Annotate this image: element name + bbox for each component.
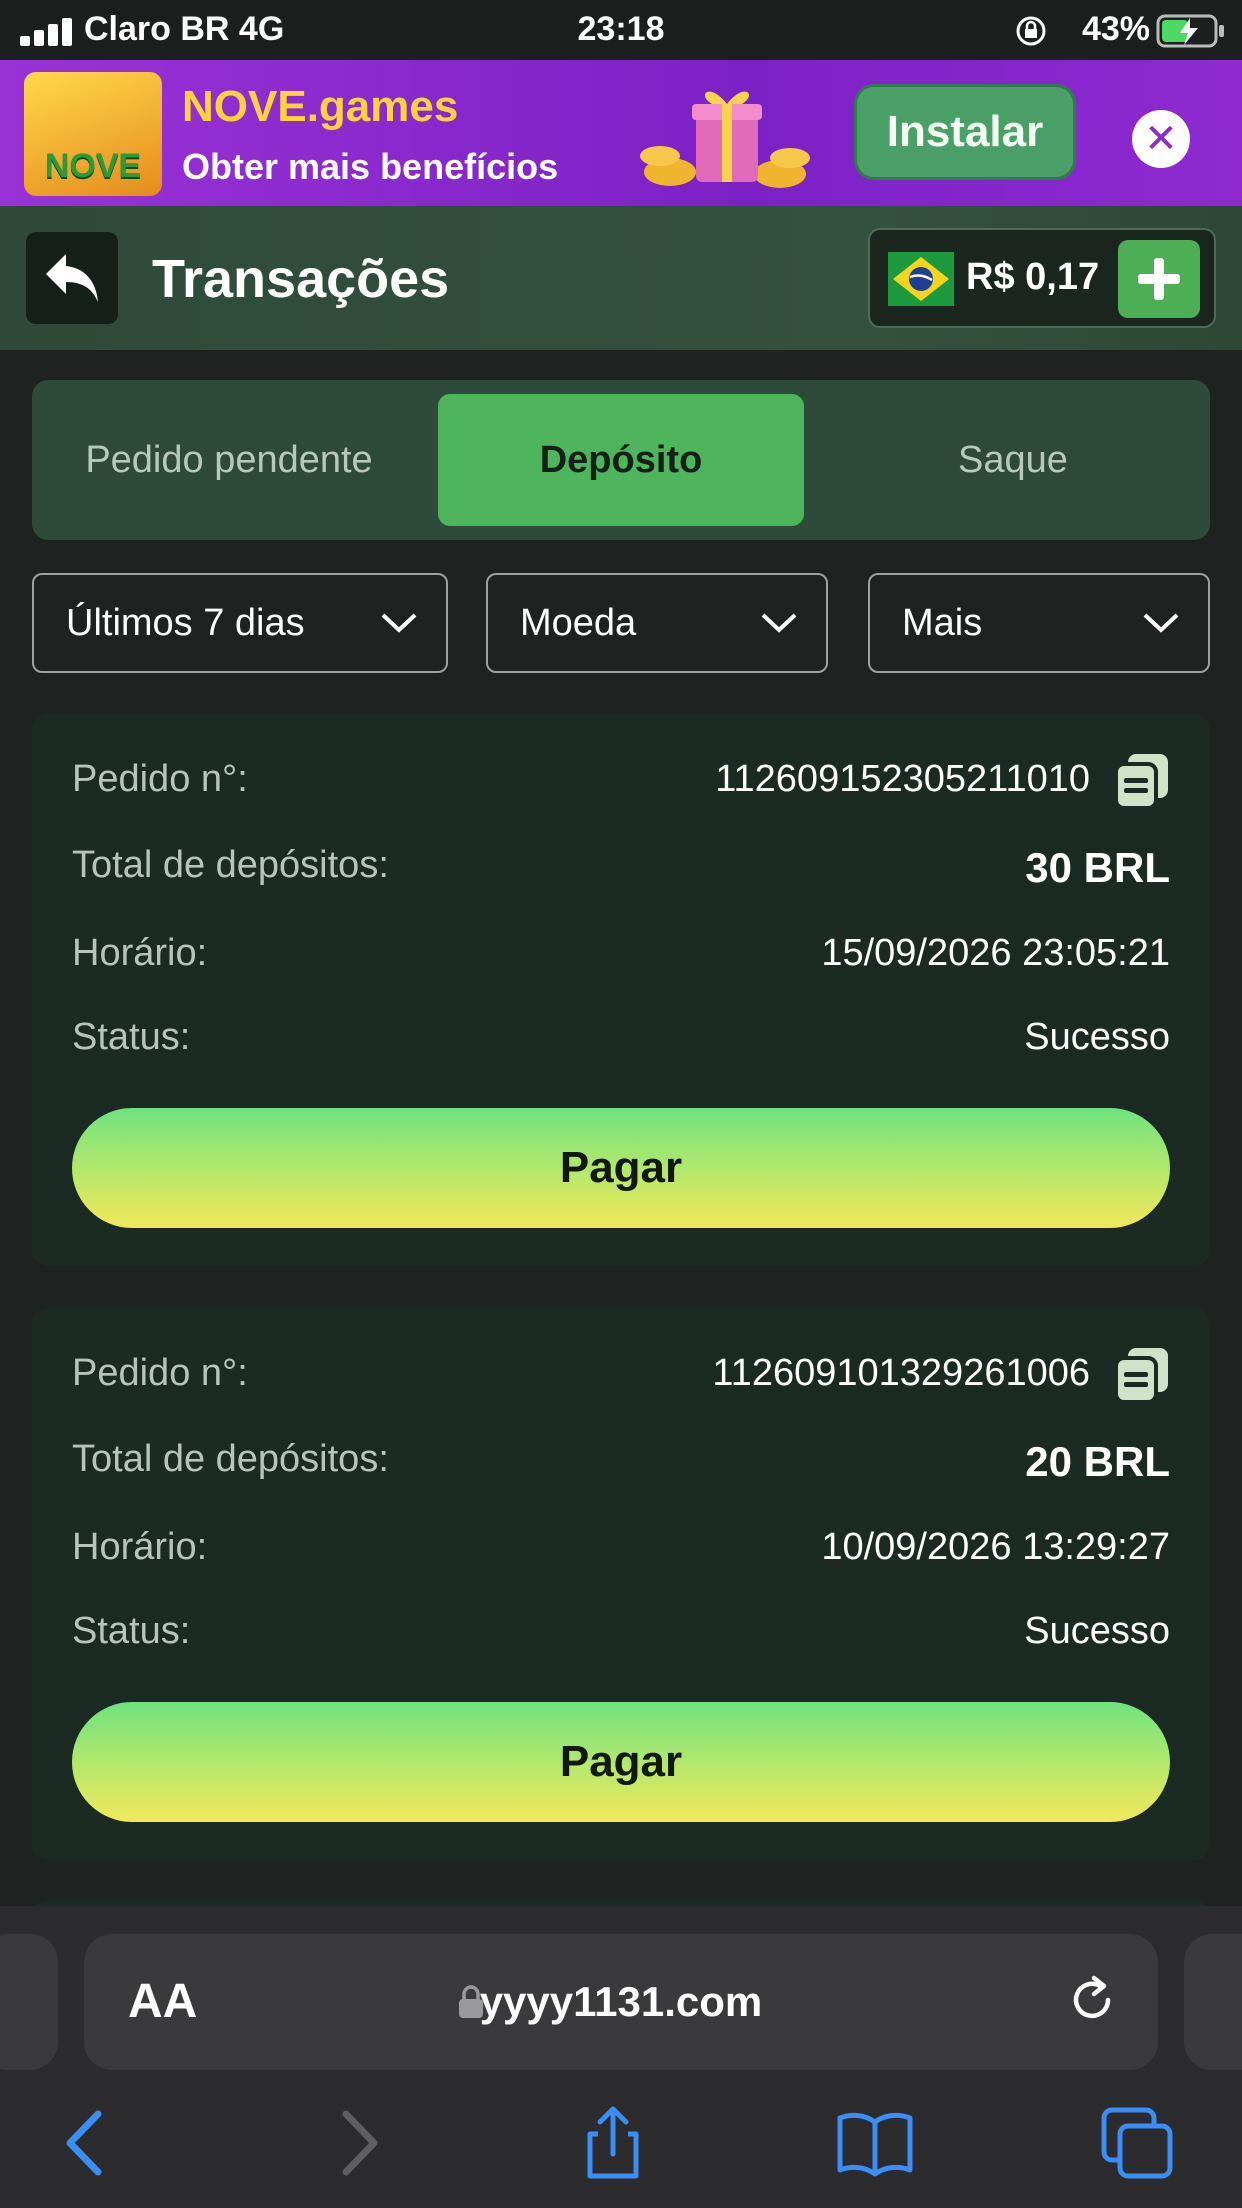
time-value: 15/09/2026 23:05:21 (821, 932, 1170, 974)
battery-icon (1156, 14, 1224, 48)
app-logo: NOVE (24, 72, 162, 196)
address-bar[interactable]: AA yyyy1131.com (84, 1934, 1158, 2070)
total-label: Total de depósitos: (72, 844, 389, 886)
total-amount: 20 BRL (1025, 1438, 1170, 1485)
time-label: Horário: (72, 932, 208, 974)
total-row: Total de depósitos: 30 BRL (72, 844, 1170, 894)
chevron-down-icon (1143, 613, 1179, 633)
status-bar: Claro BR 4G 23:18 43% (0, 0, 1242, 60)
status-row: Status: Sucesso (72, 1610, 1170, 1660)
next-tab-preview[interactable] (1184, 1934, 1242, 2070)
order-number: 112609152305211010 (715, 758, 1090, 800)
total-row: Total de depósitos: 20 BRL (72, 1438, 1170, 1488)
status-label: Status: (72, 1610, 191, 1652)
period-filter-label: Últimos 7 dias (66, 601, 305, 644)
back-icon[interactable] (48, 2104, 126, 2182)
time-label: Horário: (72, 1526, 208, 1568)
time-row: Horário: 10/09/2026 13:29:27 (72, 1526, 1170, 1576)
deposit-plus-button[interactable] (1118, 240, 1200, 318)
order-row: Pedido n°: 112609152305211010 (72, 754, 1170, 810)
chevron-down-icon (381, 613, 417, 633)
brazil-flag-icon (888, 252, 954, 306)
time-row: Horário: 15/09/2026 23:05:21 (72, 932, 1170, 982)
clock: 23:18 (577, 10, 665, 48)
pay-button[interactable]: Pagar (72, 1108, 1170, 1228)
banner-title: NOVE.games (182, 82, 459, 131)
pay-button[interactable]: Pagar (72, 1702, 1170, 1822)
chevron-down-icon (761, 613, 797, 633)
wallet-balance: R$ 0,17 (868, 228, 1216, 328)
copy-icon[interactable] (1114, 752, 1170, 810)
tab-withdraw[interactable]: Saque (816, 394, 1210, 526)
order-row: Pedido n°: 112609101329261006 (72, 1348, 1170, 1404)
browser-toolbar: AA yyyy1131.com (0, 1906, 1242, 2208)
status-value: Sucesso (1024, 1016, 1170, 1058)
order-label: Pedido n°: (72, 758, 248, 800)
order-number: 112609101329261006 (712, 1352, 1090, 1394)
bookmarks-icon[interactable] (836, 2104, 914, 2182)
total-label: Total de depósitos: (72, 1438, 389, 1480)
status-value: Sucesso (1024, 1610, 1170, 1652)
currency-filter-label: Moeda (520, 601, 637, 644)
more-filter-label: Mais (902, 601, 983, 644)
banner-subtitle: Obter mais benefícios (182, 146, 559, 187)
status-row: Status: Sucesso (72, 1016, 1170, 1066)
currency-filter[interactable]: Moeda (486, 573, 828, 673)
page-header: Transações R$ 0,17 (0, 206, 1242, 350)
install-button[interactable]: Instalar (854, 84, 1076, 180)
total-amount: 30 BRL (1025, 844, 1170, 891)
period-filter[interactable]: Últimos 7 dias (32, 573, 448, 673)
install-banner: NOVE NOVE.games Obter mais benefícios In… (0, 60, 1242, 206)
order-label: Pedido n°: (72, 1352, 248, 1394)
reload-icon[interactable] (1064, 1972, 1120, 2028)
copy-icon[interactable] (1114, 1346, 1170, 1404)
battery-percent: 43% (1081, 10, 1150, 48)
plus-icon (1138, 258, 1180, 300)
forward-icon[interactable] (318, 2104, 396, 2182)
back-arrow-icon (46, 254, 98, 302)
orientation-lock-icon (1016, 16, 1046, 46)
status-label: Status: (72, 1016, 191, 1058)
balance-amount: R$ 0,17 (966, 256, 1100, 298)
url-text: yyyy1131.com (479, 1978, 763, 2025)
transaction-tabs: Pedido pendente Depósito Saque (32, 380, 1210, 540)
previous-tab-preview[interactable] (0, 1934, 58, 2070)
time-value: 10/09/2026 13:29:27 (821, 1526, 1170, 1568)
transaction-card: Pedido n°: 112609101329261006 Total de d… (32, 1308, 1210, 1860)
transaction-card: Pedido n°: 112609152305211010 Total de d… (32, 714, 1210, 1266)
more-filter[interactable]: Mais (868, 573, 1210, 673)
tab-pending[interactable]: Pedido pendente (32, 394, 426, 526)
gift-coins-icon (640, 91, 810, 188)
tabs-icon[interactable] (1098, 2104, 1176, 2182)
share-icon[interactable] (574, 2104, 652, 2182)
tab-deposit[interactable]: Depósito (438, 394, 804, 526)
page-title: Transações (152, 249, 450, 309)
close-icon[interactable]: ✕ (1132, 110, 1190, 168)
back-button[interactable] (26, 232, 118, 324)
